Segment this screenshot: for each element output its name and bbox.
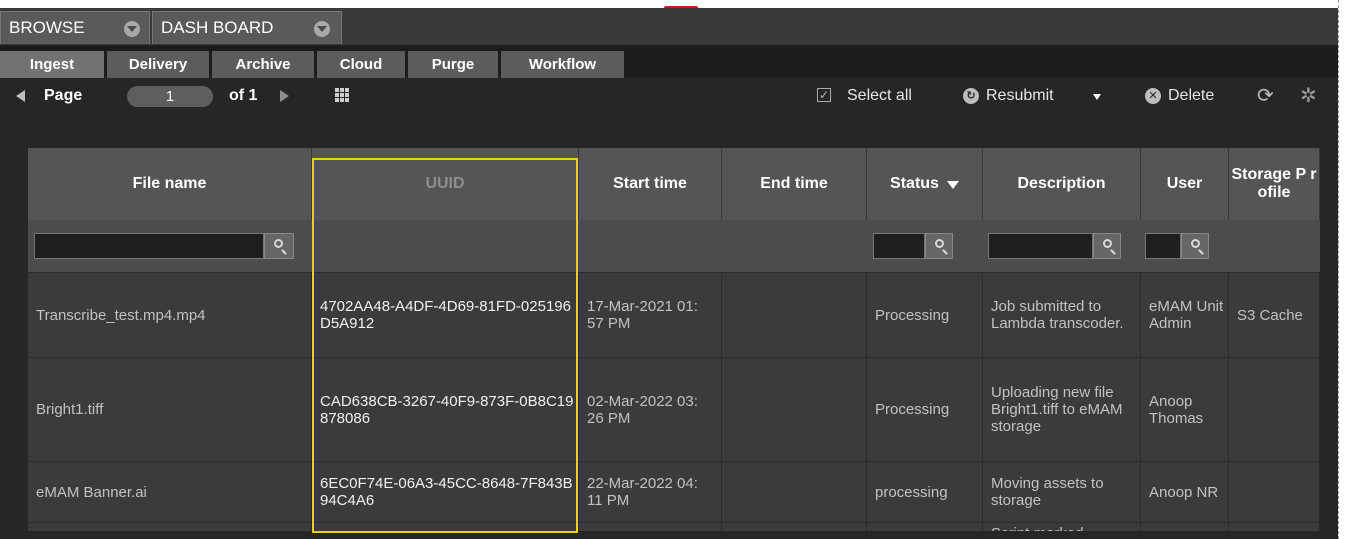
- storage-profile-cell: S3 Cache: [1229, 273, 1320, 357]
- user-filter-input[interactable]: [1145, 233, 1181, 259]
- grid-view-icon[interactable]: [335, 88, 349, 102]
- table-row[interactable]: Bright1.tiff CAD638CB-3267-40F9-873F-0B8…: [28, 357, 1320, 461]
- header-file-name[interactable]: File name: [28, 148, 312, 220]
- uuid-cell: CAD638CB-3267-40F9-873F-0B8C19878086: [312, 358, 579, 461]
- tab-archive-label: Archive: [235, 56, 291, 73]
- start-time-cell: [579, 523, 722, 531]
- storage-profile-cell: [1229, 523, 1320, 531]
- table-row[interactable]: Transcribe_test.mp4.mp4 4702AA48-A4DF-4D…: [28, 272, 1320, 357]
- end-time-cell: [722, 273, 867, 357]
- storage-profile-cell: [1229, 358, 1320, 461]
- resubmit-button[interactable]: Resubmit: [986, 78, 1054, 114]
- tab-purge-label: Purge: [431, 56, 475, 73]
- header-status-label: Status: [890, 175, 939, 192]
- user-cell: Anoop NR: [1141, 462, 1229, 522]
- tab-browse[interactable]: BROWSE: [0, 11, 150, 44]
- description-filter-input[interactable]: [988, 233, 1093, 259]
- start-time-cell: 02-Mar-2022 03:26 PM: [579, 358, 722, 461]
- user-search-button[interactable]: [1181, 233, 1209, 259]
- status-cell: Processing: [867, 358, 983, 461]
- tab-delivery[interactable]: Delivery: [107, 51, 209, 78]
- search-icon: [935, 239, 944, 248]
- tab-workflow[interactable]: Workflow: [501, 51, 624, 78]
- description-cell: Uploading new file Bright1.tiff to eMAM …: [983, 358, 1141, 461]
- status-cell: Processing: [867, 273, 983, 357]
- status-cell: processing: [867, 462, 983, 522]
- file-name-search-button[interactable]: [264, 233, 294, 259]
- tab-delivery-label: Delivery: [128, 56, 188, 73]
- tab-archive[interactable]: Archive: [212, 51, 314, 78]
- header-start-time[interactable]: Start time: [579, 148, 722, 220]
- resubmit-dropdown-icon[interactable]: [1093, 94, 1101, 100]
- user-cell: [1141, 523, 1229, 531]
- end-time-cell: [722, 358, 867, 461]
- description-search-button[interactable]: [1093, 233, 1121, 259]
- header-storage-profile[interactable]: Storage P rofile: [1229, 148, 1320, 220]
- uuid-cell: [312, 523, 579, 531]
- start-time-cell: 17-Mar-2021 01:57 PM: [579, 273, 722, 357]
- status-filter-input[interactable]: [873, 233, 925, 259]
- previous-page-icon[interactable]: [16, 90, 25, 102]
- search-icon: [1103, 239, 1112, 248]
- tab-cloud[interactable]: Cloud: [317, 51, 405, 78]
- tab-dashboard-label: DASH BOARD: [161, 18, 274, 37]
- search-icon: [274, 239, 283, 248]
- refresh-icon[interactable]: ⟳: [1257, 78, 1274, 114]
- select-all-checkbox[interactable]: ✓: [817, 88, 831, 102]
- file-name-cell: Bright1.tiff: [28, 358, 312, 461]
- tab-workflow-label: Workflow: [528, 56, 597, 73]
- sort-down-icon[interactable]: [946, 181, 959, 189]
- search-icon: [1191, 239, 1200, 248]
- chevron-down-icon[interactable]: [314, 21, 330, 37]
- page-count-label: of 1: [229, 87, 258, 104]
- tab-dashboard[interactable]: DASH BOARD: [152, 11, 342, 44]
- status-search-button[interactable]: [925, 233, 953, 259]
- delete-button[interactable]: Delete: [1168, 78, 1214, 114]
- tab-cloud-label: Cloud: [339, 56, 383, 73]
- tab-browse-label: BROWSE: [9, 18, 85, 37]
- header-end-time[interactable]: End time: [722, 148, 867, 220]
- page-edge: [1338, 0, 1346, 539]
- header-uuid[interactable]: UUID: [312, 148, 579, 220]
- sub-tab-bar: Ingest Delivery Archive Cloud Purge Work…: [0, 46, 1338, 78]
- filter-row: [28, 220, 1320, 272]
- file-name-cell: Transcribe_test.mp4.mp4: [28, 273, 312, 357]
- description-cell: Moving assets to storage: [983, 462, 1141, 522]
- table-row[interactable]: Script marked: [28, 522, 1320, 531]
- select-all-label[interactable]: Select all: [847, 78, 912, 114]
- tab-ingest-label: Ingest: [29, 56, 75, 73]
- settings-gear-icon[interactable]: ✲: [1300, 78, 1317, 114]
- end-time-cell: [722, 462, 867, 522]
- end-time-cell: [722, 523, 867, 531]
- tab-purge[interactable]: Purge: [408, 51, 498, 78]
- description-cell: Script marked: [983, 523, 1141, 531]
- chevron-down-icon[interactable]: [124, 21, 140, 37]
- file-name-filter-input[interactable]: [34, 233, 264, 259]
- file-name-cell: [28, 523, 312, 531]
- uuid-cell: 4702AA48-A4DF-4D69-81FD-025196D5A912: [312, 273, 579, 357]
- top-tab-bar: BROWSE DASH BOARD: [0, 8, 1338, 46]
- page-number-input[interactable]: 1: [127, 86, 213, 107]
- page-label: Page: [44, 87, 83, 104]
- file-name-cell: eMAM Banner.ai: [28, 462, 312, 522]
- user-cell: eMAM Unit Admin: [1141, 273, 1229, 357]
- storage-profile-cell: [1229, 462, 1320, 522]
- header-description[interactable]: Description: [983, 148, 1141, 220]
- description-cell: Job submitted to Lambda transcoder.: [983, 273, 1141, 357]
- tab-ingest[interactable]: Ingest: [0, 51, 104, 78]
- toolbar: Page 1 of 1 ✓ Select all ↻ Resubmit ✕ De…: [0, 78, 1338, 114]
- header-status[interactable]: Status: [867, 148, 983, 220]
- table-row[interactable]: eMAM Banner.ai 6EC0F74E-06A3-45CC-8648-7…: [28, 461, 1320, 522]
- user-cell: Anoop Thomas: [1141, 358, 1229, 461]
- next-page-icon[interactable]: [280, 90, 289, 102]
- jobs-table: File name UUID Start time End time Statu…: [28, 148, 1320, 531]
- status-cell: [867, 523, 983, 531]
- delete-icon[interactable]: ✕: [1145, 88, 1161, 104]
- resubmit-icon[interactable]: ↻: [963, 88, 979, 104]
- start-time-cell: 22-Mar-2022 04:11 PM: [579, 462, 722, 522]
- uuid-cell: 6EC0F74E-06A3-45CC-8648-7F843B94C4A6: [312, 462, 579, 522]
- header-user[interactable]: User: [1141, 148, 1229, 220]
